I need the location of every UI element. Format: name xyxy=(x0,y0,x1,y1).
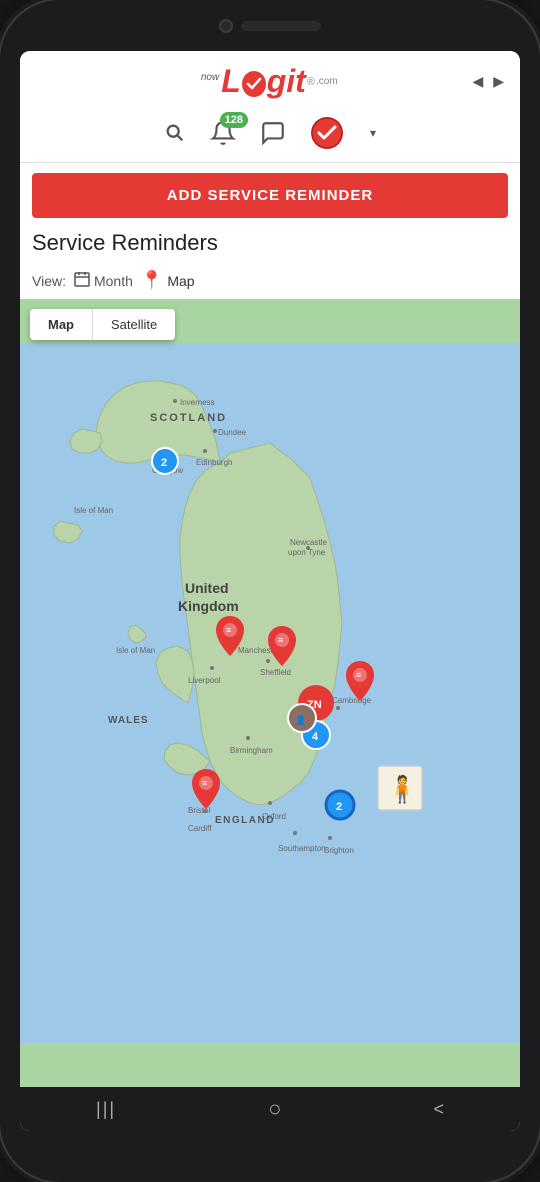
svg-text:upon Tyne: upon Tyne xyxy=(288,548,326,557)
notification-badge: 128 xyxy=(220,112,248,128)
logo-container: now L git ® .com xyxy=(66,63,472,100)
view-month-option[interactable]: Month xyxy=(74,271,133,290)
page-title: Service Reminders xyxy=(32,230,508,256)
svg-text:Edinburgh: Edinburgh xyxy=(196,458,232,467)
svg-text:Kingdom: Kingdom xyxy=(178,598,239,614)
svg-text:Newcastle: Newcastle xyxy=(290,538,327,547)
calendar-icon xyxy=(74,271,90,290)
month-label: Month xyxy=(94,273,133,289)
svg-text:SCOTLAND: SCOTLAND xyxy=(150,412,227,424)
map-toggle-satellite-button[interactable]: Satellite xyxy=(93,309,175,340)
svg-text:Cardiff: Cardiff xyxy=(188,824,212,833)
view-label: View: xyxy=(32,273,66,289)
svg-text:Cambridge: Cambridge xyxy=(332,696,372,705)
notification-button[interactable]: 128 xyxy=(210,120,236,146)
logit-check-button[interactable] xyxy=(310,116,344,150)
phone-speaker xyxy=(241,21,321,31)
svg-text:Isle of Man: Isle of Man xyxy=(116,646,155,655)
logo-logit-git: git xyxy=(267,63,306,100)
phone-camera xyxy=(219,19,233,33)
svg-text:2: 2 xyxy=(161,457,167,469)
map-toggle-map-button[interactable]: Map xyxy=(30,309,93,340)
chat-button[interactable] xyxy=(260,120,286,146)
nav-lines-icon: ||| xyxy=(96,1099,116,1120)
svg-text:4: 4 xyxy=(312,731,319,743)
search-icon xyxy=(164,122,186,144)
svg-text:WALES: WALES xyxy=(108,715,149,726)
logo-logit-L: L xyxy=(221,63,241,100)
svg-text:Liverpool: Liverpool xyxy=(188,676,221,685)
svg-text:Oxford: Oxford xyxy=(262,812,286,821)
phone-frame: now L git ® .com ◀ ▶ xyxy=(0,0,540,1182)
nav-back-icon: < xyxy=(433,1099,444,1120)
map-label: Map xyxy=(167,273,194,289)
svg-text:Southampton: Southampton xyxy=(278,844,326,853)
add-service-reminder-button[interactable]: ADD SERVICE REMINDER xyxy=(32,173,508,218)
svg-text:Birmingham: Birmingham xyxy=(230,746,273,755)
dropdown-arrow-icon: ▾ xyxy=(370,126,376,140)
svg-text:🧍: 🧍 xyxy=(386,774,418,804)
chat-icon xyxy=(260,120,286,146)
bottom-nav-bar: ||| ○ < xyxy=(20,1087,520,1131)
logo-com: .com xyxy=(316,76,338,87)
svg-text:≡: ≡ xyxy=(356,670,361,680)
svg-text:Isle of Man: Isle of Man xyxy=(74,506,113,515)
svg-text:2: 2 xyxy=(336,801,342,813)
logo-registered: ® xyxy=(307,76,315,88)
nav-home-button[interactable]: ○ xyxy=(268,1096,281,1122)
svg-text:Sheffield: Sheffield xyxy=(260,668,291,677)
svg-text:≡: ≡ xyxy=(226,625,231,635)
view-map-option[interactable]: 📍 Map xyxy=(141,270,195,291)
view-row: View: Month 📍 Map xyxy=(20,268,520,299)
app-header: now L git ® .com ◀ ▶ xyxy=(20,51,520,163)
map-pin-icon: 📍 xyxy=(141,270,163,291)
logo-now-text: now xyxy=(201,72,219,83)
nav-left-arrow[interactable]: ◀ xyxy=(472,73,483,90)
header-logo-row: now L git ® .com ◀ ▶ xyxy=(36,63,504,100)
search-button[interactable] xyxy=(164,122,186,144)
header-arrows: ◀ ▶ xyxy=(472,73,504,90)
svg-text:United: United xyxy=(185,580,229,596)
svg-text:≡: ≡ xyxy=(278,635,283,645)
nav-back-button[interactable]: < xyxy=(433,1099,444,1120)
uk-map-svg: SCOTLAND WALES ENGLAND United Kingdom Is… xyxy=(20,299,520,1087)
svg-text:👤: 👤 xyxy=(295,714,306,725)
page-title-area: Service Reminders xyxy=(20,226,520,268)
svg-text:Inverness: Inverness xyxy=(180,398,215,407)
nav-right-arrow[interactable]: ▶ xyxy=(493,73,504,90)
logit-check-icon xyxy=(310,116,344,150)
phone-screen: now L git ® .com ◀ ▶ xyxy=(20,51,520,1131)
svg-text:≡: ≡ xyxy=(202,778,207,788)
map-satellite-toggle: Map Satellite xyxy=(30,309,175,340)
nav-menu-button[interactable]: ||| xyxy=(96,1099,116,1120)
dropdown-button[interactable]: ▾ xyxy=(368,126,376,140)
svg-text:Brighton: Brighton xyxy=(324,846,354,855)
icons-row: 128 xyxy=(36,110,504,154)
nav-home-icon: ○ xyxy=(268,1096,281,1122)
svg-text:Dundee: Dundee xyxy=(218,428,247,437)
phone-top-bar xyxy=(0,0,540,51)
logo-check-circle xyxy=(241,66,267,98)
map-container[interactable]: Map Satellite xyxy=(20,299,520,1087)
